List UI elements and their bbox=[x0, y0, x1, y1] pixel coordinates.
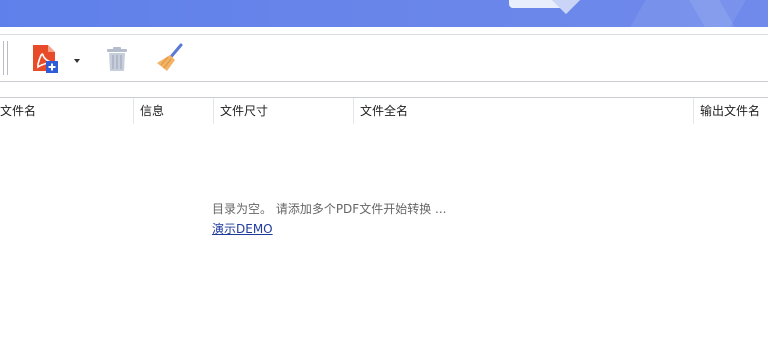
empty-message: 目录为空。 请添加多个PDF文件开始转换 ... bbox=[212, 202, 447, 216]
delete-button[interactable] bbox=[102, 43, 132, 73]
column-header-filename[interactable]: 文件名 bbox=[0, 98, 132, 124]
broom-icon bbox=[157, 43, 183, 71]
app-header-band bbox=[0, 0, 768, 27]
file-list-header: 文件名 信息 文件尺寸 文件全名 输出文件名 bbox=[0, 97, 768, 124]
header-decoration bbox=[622, 0, 758, 27]
add-pdf-dropdown[interactable] bbox=[72, 54, 82, 63]
column-header-info[interactable]: 信息 bbox=[133, 98, 214, 124]
empty-state: 目录为空。 请添加多个PDF文件开始转换 ... 演示DEMO bbox=[212, 200, 512, 238]
clear-list-button[interactable] bbox=[155, 43, 185, 73]
demo-link[interactable]: 演示DEMO bbox=[212, 220, 273, 238]
add-pdf-button[interactable] bbox=[30, 43, 60, 73]
column-label: 输出文件名 bbox=[700, 104, 761, 118]
column-label: 文件名 bbox=[0, 104, 37, 118]
toolbar-grip[interactable] bbox=[3, 41, 8, 75]
column-header-output-name[interactable]: 输出文件名 bbox=[693, 98, 768, 124]
trash-icon bbox=[107, 47, 127, 71]
column-header-filesize[interactable]: 文件尺寸 bbox=[213, 98, 354, 124]
column-label: 文件全名 bbox=[360, 104, 409, 118]
column-label: 文件尺寸 bbox=[220, 104, 269, 118]
pdf-add-icon bbox=[33, 45, 58, 73]
caret-down-icon bbox=[74, 59, 80, 63]
column-label: 信息 bbox=[140, 104, 165, 118]
toolbar bbox=[0, 34, 768, 82]
column-header-fullname[interactable]: 文件全名 bbox=[353, 98, 694, 124]
